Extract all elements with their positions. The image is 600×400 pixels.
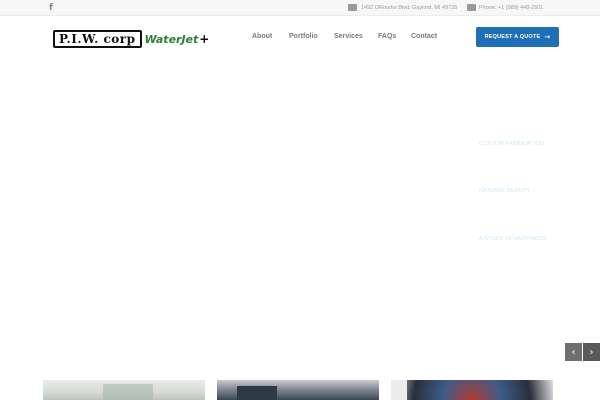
- logo-plus: +: [199, 32, 210, 46]
- site-logo[interactable]: P.I.W. corp WaterJet +: [53, 29, 209, 49]
- site-header: P.I.W. corp WaterJet + About Portfolio S…: [0, 17, 600, 61]
- portfolio-thumb-2[interactable]: [217, 380, 379, 400]
- chevron-right-icon[interactable]: ›: [583, 343, 600, 361]
- nav-item-portfolio[interactable]: Portfolio: [289, 32, 318, 42]
- arrow-right-icon: →: [544, 33, 551, 41]
- slider-controls: ‹ ›: [565, 343, 600, 361]
- facebook-icon[interactable]: f: [49, 3, 57, 13]
- logo-main: P.I.W. corp: [53, 30, 142, 48]
- envelope-icon: [348, 4, 357, 11]
- nav-item-faqs[interactable]: FAQs: [378, 32, 396, 42]
- phone-text: Phone: +1 (989) 448-2501: [479, 5, 544, 11]
- hero-item-2: NATURAL BEAUTY: [479, 188, 531, 194]
- top-bar: f 1492 ORourke Blvd, Gaylord, MI 49735 P…: [0, 0, 600, 16]
- phone-icon: [467, 4, 476, 11]
- chevron-left-icon[interactable]: ‹: [565, 343, 582, 361]
- nav-item-about[interactable]: About: [252, 32, 272, 42]
- nav-item-contact[interactable]: Contact: [411, 32, 437, 42]
- request-quote-label: REQUEST A QUOTE: [484, 34, 541, 40]
- address-text: 1492 ORourke Blvd, Gaylord, MI 49735: [361, 5, 458, 11]
- logo-sub: WaterJet: [144, 32, 199, 46]
- request-quote-button[interactable]: REQUEST A QUOTE →: [476, 27, 559, 47]
- hero-item-3: A STUDY IN HAPPINESS: [479, 236, 547, 242]
- portfolio-thumb-1[interactable]: [43, 380, 205, 400]
- hero-slider: CUSTOM FABRICATION NATURAL BEAUTY A STUD…: [0, 61, 600, 380]
- portfolio-thumb-3[interactable]: [391, 380, 553, 400]
- nav-item-services[interactable]: Services: [334, 32, 363, 42]
- hero-item-1: CUSTOM FABRICATION: [479, 141, 545, 147]
